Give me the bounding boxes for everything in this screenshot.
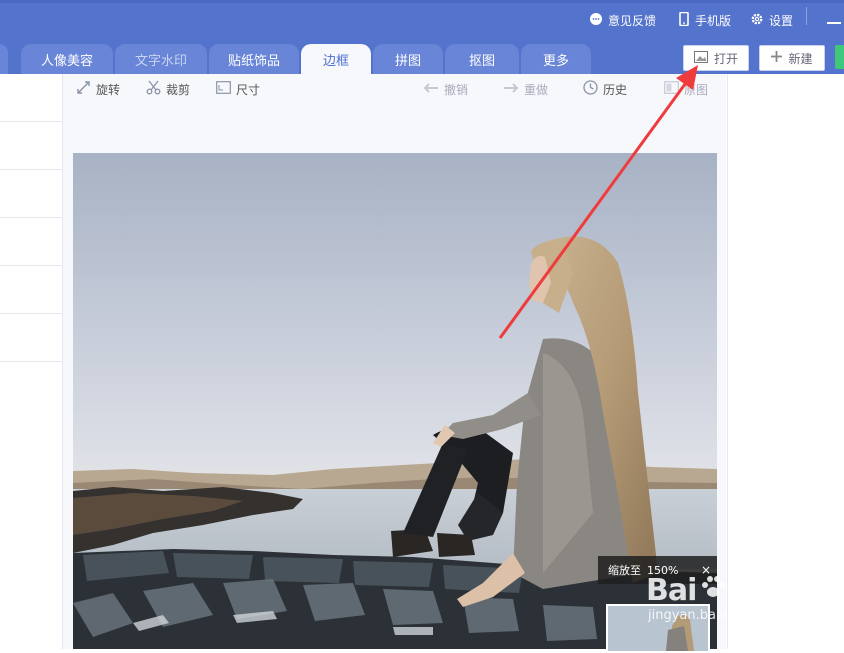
tab-stickers[interactable]: 贴纸饰品 <box>209 44 299 74</box>
header-separator <box>806 7 807 25</box>
open-label: 打开 <box>713 51 738 66</box>
undo-arrow-icon <box>423 82 444 96</box>
paw-icon <box>700 574 726 603</box>
tab-label: 边框 <box>322 53 349 69</box>
tab-cutout[interactable]: 抠图 <box>445 44 519 74</box>
top-header-bar: 意见反馈 手机版 设置 人像美容 文字水印 贴纸饰品 边框 拼图 抠图 更多 打… <box>0 0 844 74</box>
crop-button[interactable]: 裁剪 <box>146 80 190 98</box>
left-sidebar <box>0 74 63 649</box>
sidebar-divider <box>0 169 62 170</box>
settings-link[interactable]: 设置 <box>750 11 793 29</box>
tab-border[interactable]: 边框 <box>301 44 371 74</box>
original-button[interactable]: 原图 <box>664 80 708 98</box>
rotate-icon <box>76 80 96 98</box>
undo-label: 撤销 <box>444 82 469 97</box>
undo-button[interactable]: 撤销 <box>423 80 468 98</box>
sidebar-divider <box>0 265 62 266</box>
watermark-logo-cn: 经验 <box>734 578 783 606</box>
clock-icon <box>583 80 603 98</box>
tab-label: 拼图 <box>394 53 421 69</box>
rotate-button[interactable]: 旋转 <box>76 80 120 98</box>
settings-label: 设置 <box>769 13 794 28</box>
new-button[interactable]: 新建 <box>759 45 825 71</box>
tab-label: 贴纸饰品 <box>227 53 280 69</box>
sidebar-divider <box>0 121 62 122</box>
sidebar-divider <box>0 217 62 218</box>
save-button-partial[interactable] <box>835 45 844 69</box>
watermark-url: jingyan.baidu.com <box>648 608 768 623</box>
history-button[interactable]: 历史 <box>583 80 627 98</box>
original-label: 原图 <box>684 82 709 97</box>
compare-icon <box>664 81 684 97</box>
tab-more[interactable]: 更多 <box>521 44 591 74</box>
redo-button[interactable]: 重做 <box>503 80 548 98</box>
tab-text-watermark[interactable]: 文字水印 <box>115 44 207 74</box>
open-button[interactable]: 打开 <box>683 45 749 71</box>
sidebar-divider <box>0 313 62 314</box>
image-file-icon <box>693 50 714 66</box>
size-button[interactable]: 尺寸 <box>216 80 260 98</box>
crop-label: 裁剪 <box>166 82 191 97</box>
phone-icon <box>678 11 695 29</box>
plus-icon <box>771 51 788 65</box>
minimize-icon[interactable] <box>827 22 841 24</box>
feedback-link[interactable]: 意见反馈 <box>589 11 656 29</box>
baidu-jingyan-watermark: Bai 经验 jingyan.baidu.com <box>646 572 783 623</box>
size-label: 尺寸 <box>236 82 261 97</box>
mobile-version-link[interactable]: 手机版 <box>678 11 731 29</box>
rotate-label: 旋转 <box>96 82 121 97</box>
tab-label: 抠图 <box>468 53 495 69</box>
redo-label: 重做 <box>524 82 549 97</box>
resize-icon <box>216 81 236 97</box>
tab-partial[interactable] <box>0 44 8 74</box>
zoom-label: 缩放至 <box>608 564 641 577</box>
sidebar-divider <box>0 361 62 362</box>
mobile-label: 手机版 <box>695 13 732 28</box>
tab-collage[interactable]: 拼图 <box>373 44 443 74</box>
redo-arrow-icon <box>503 82 524 96</box>
tab-label: 人像美容 <box>40 53 93 69</box>
chat-bubble-icon <box>589 12 608 29</box>
header-edge <box>0 0 844 3</box>
tab-portrait-beauty[interactable]: 人像美容 <box>21 44 113 74</box>
watermark-logo: Bai <box>646 573 697 608</box>
scissors-icon <box>146 80 166 98</box>
history-label: 历史 <box>603 82 628 97</box>
tab-label: 文字水印 <box>134 53 187 69</box>
tab-label: 更多 <box>542 53 569 69</box>
right-panel <box>727 74 844 649</box>
gear-icon <box>750 12 769 29</box>
feedback-label: 意见反馈 <box>608 13 657 28</box>
new-label: 新建 <box>788 51 813 66</box>
